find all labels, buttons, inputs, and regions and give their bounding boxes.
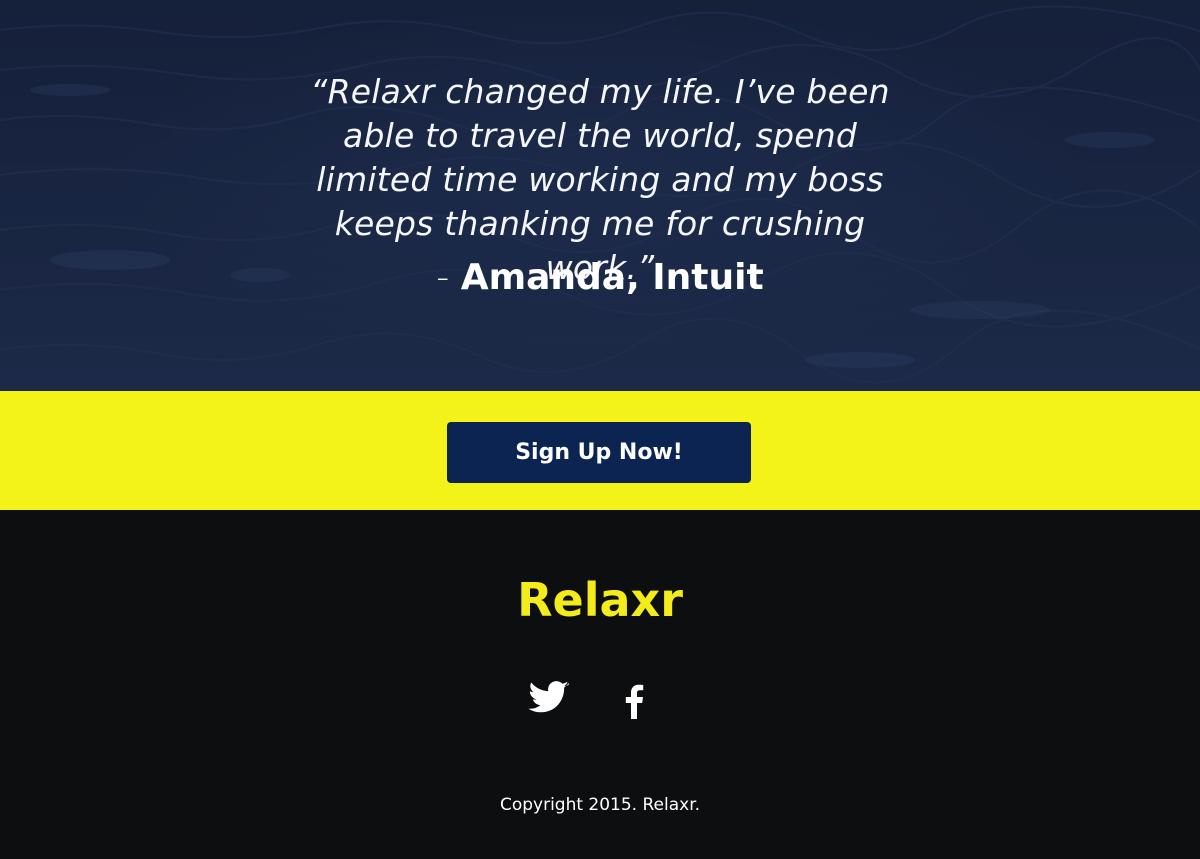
sign-up-button[interactable]: Sign Up Now! [447,422,751,483]
facebook-icon [625,684,644,719]
facebook-link[interactable] [610,678,658,722]
copyright-text: Copyright 2015. Relaxr. [499,795,701,815]
testimonial-section: “Relaxr changed my life. I’ve been able … [0,0,1200,391]
footer: Relaxr Copyright 2015. Relaxr. [0,510,1200,859]
attribution-dash: - [436,257,461,298]
footer-brand-logo: Relaxr [517,573,683,627]
cta-banner: Sign Up Now! [0,391,1200,510]
testimonial-author: Amanda, Intuit [460,257,764,298]
social-links [0,678,1200,722]
testimonial-attribution: - Amanda, Intuit [0,256,1200,300]
twitter-link[interactable] [526,678,574,722]
twitter-icon [528,681,569,713]
